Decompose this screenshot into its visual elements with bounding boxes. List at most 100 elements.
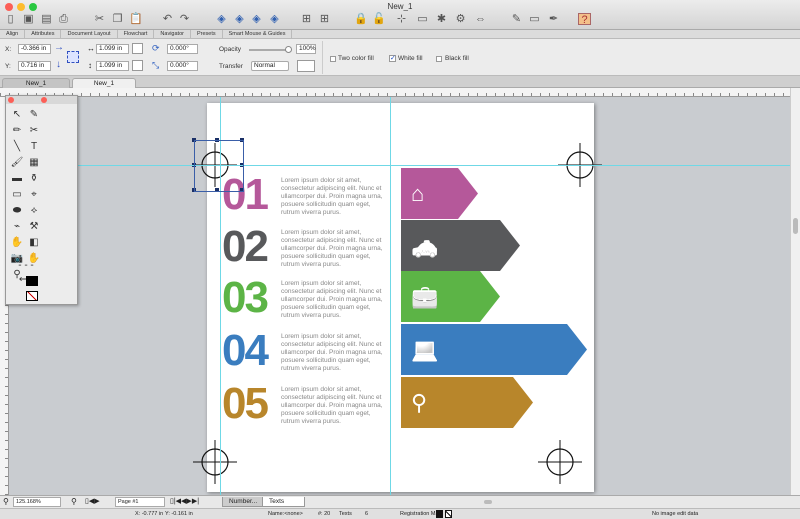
line-style-icon[interactable]: - - -: [12, 259, 40, 273]
height-field[interactable]: 1.099 in: [96, 61, 129, 71]
unlock-icon[interactable]: 🔓: [372, 13, 386, 25]
knife-tool-icon[interactable]: ⚒: [27, 220, 41, 234]
transfer-select[interactable]: Normal: [251, 61, 289, 71]
selection-box[interactable]: [194, 140, 244, 192]
zoom-out-icon[interactable]: ⚲: [3, 497, 9, 506]
page-select[interactable]: Page #1: [115, 497, 165, 507]
fit-icon[interactable]: ⇔: [474, 13, 487, 25]
transfer-options-icon[interactable]: [297, 60, 315, 72]
pen-icon[interactable]: ✒: [547, 13, 560, 25]
palette-close-button[interactable]: [41, 97, 47, 103]
panel-tab[interactable]: Presets: [191, 30, 223, 38]
guide-horizontal[interactable]: [9, 165, 790, 166]
panel-tabs: Align Attributes Document Layout Flowchart N…: [0, 30, 800, 39]
pointer-tool-icon[interactable]: ↖: [10, 108, 24, 122]
toggle-guides-icon[interactable]: ⊹: [395, 13, 408, 25]
doc-tab-active[interactable]: New_1: [72, 78, 136, 88]
palette-close-button[interactable]: [8, 97, 14, 103]
open-icon[interactable]: ▣: [22, 13, 35, 25]
monitor-icon[interactable]: ▭: [528, 13, 541, 25]
fill-color-swatch[interactable]: [26, 276, 38, 286]
guide-vertical[interactable]: [390, 97, 391, 495]
scissors-tool-icon[interactable]: ✂: [27, 124, 41, 138]
crosshair-tool-icon[interactable]: ⌖: [27, 188, 41, 202]
page-navigation-icon[interactable]: ▯|◀◀▶▶|: [170, 497, 199, 505]
rectangle-tool-icon[interactable]: ▬: [10, 172, 24, 186]
vertical-scrollbar[interactable]: [790, 88, 800, 495]
bring-front-icon[interactable]: ◈: [215, 13, 228, 25]
layer-tab[interactable]: Number...: [222, 497, 265, 507]
horizontal-scroll-thumb[interactable]: [484, 500, 492, 504]
pencil-tool-icon[interactable]: ✏: [10, 124, 24, 138]
brush-tool-icon[interactable]: 🖌: [10, 156, 24, 170]
opacity-slider[interactable]: [249, 46, 292, 53]
print-icon[interactable]: ⎙: [57, 13, 70, 25]
panel-tab[interactable]: Navigator: [154, 30, 191, 38]
horizontal-ruler[interactable]: [0, 88, 790, 97]
skew-field[interactable]: 0.000°: [167, 61, 198, 71]
transfer-label: Transfer: [219, 63, 243, 70]
redo-icon[interactable]: ↷: [178, 13, 191, 25]
x-field[interactable]: -0.366 in: [18, 44, 51, 54]
save-icon[interactable]: ▤: [40, 13, 53, 25]
scroll-thumb[interactable]: [793, 218, 798, 234]
send-backward-icon[interactable]: ◈: [250, 13, 263, 25]
anchor-icon[interactable]: [67, 51, 79, 63]
fill-swatch[interactable]: [436, 510, 443, 518]
settings-icon[interactable]: ⚙: [454, 13, 467, 25]
registration-mark-icon[interactable]: [193, 440, 237, 484]
stamp-icon[interactable]: ✱: [435, 13, 448, 25]
stroke-swatch[interactable]: [445, 510, 452, 518]
panel-tab[interactable]: Smart Mouse & Guides: [223, 30, 293, 38]
eyedropper-tool-icon[interactable]: ⌁: [10, 220, 24, 234]
copy-icon[interactable]: ❐: [111, 13, 124, 25]
lock-icon[interactable]: 🔒: [354, 13, 368, 25]
step-description: Lorem ipsum dolor sit amet, consectetur …: [281, 177, 383, 216]
step-number: 05: [222, 379, 269, 428]
ungroup-icon[interactable]: ⊞: [318, 13, 331, 25]
panel-tab[interactable]: Attributes: [25, 30, 62, 38]
width-field[interactable]: 1.099 in: [96, 44, 129, 54]
text-tool-icon[interactable]: T: [27, 140, 41, 154]
layer-tab-active[interactable]: Texts: [262, 497, 305, 507]
bring-forward-icon[interactable]: ◈: [233, 13, 246, 25]
line-tool-icon[interactable]: ╲: [10, 140, 24, 154]
image-status: No image edit data: [652, 511, 699, 517]
send-back-icon[interactable]: ◈: [268, 13, 281, 25]
opacity-field[interactable]: 100%: [296, 44, 316, 54]
window-title: New_1: [387, 2, 413, 11]
registration-mark-icon[interactable]: [538, 440, 582, 484]
edit-icon[interactable]: ✎: [510, 13, 523, 25]
new-document-icon[interactable]: ▯: [4, 13, 17, 25]
rotation-field[interactable]: 0.000°: [167, 44, 198, 54]
black-fill-checkbox[interactable]: [436, 56, 442, 62]
link-tool-icon[interactable]: ▭: [10, 188, 24, 202]
opacity-slider-knob[interactable]: [285, 46, 292, 53]
doc-tab[interactable]: New_1: [2, 78, 70, 88]
ellipse-tool-icon[interactable]: ⬬: [10, 204, 24, 218]
bezier-tool-icon[interactable]: ⟡: [27, 204, 41, 218]
panel-tab[interactable]: Document Layout: [61, 30, 118, 38]
lasso-tool-icon[interactable]: ✋: [10, 236, 24, 250]
resize-icon[interactable]: [132, 60, 143, 71]
two-color-fill-checkbox[interactable]: [330, 56, 336, 62]
group-icon[interactable]: ⊞: [300, 13, 313, 25]
zoom-in-icon[interactable]: ⚲: [71, 497, 77, 506]
bucket-tool-icon[interactable]: ◧: [27, 236, 41, 250]
zoom-field[interactable]: 125.168%: [13, 497, 61, 507]
paste-icon[interactable]: 📋: [129, 13, 143, 25]
panel-tab[interactable]: Align: [0, 30, 26, 38]
window-icon[interactable]: ▭: [416, 13, 429, 25]
stamp-tool-icon[interactable]: ⚱: [27, 172, 41, 186]
help-icon[interactable]: ?: [578, 13, 591, 26]
white-fill-checkbox[interactable]: ✓: [389, 55, 396, 62]
y-field[interactable]: 0.716 in: [18, 61, 51, 71]
image-tool-icon[interactable]: ▦: [27, 156, 41, 170]
stroke-color-swatch[interactable]: [26, 291, 38, 301]
proportion-icon[interactable]: [132, 43, 143, 54]
undo-icon[interactable]: ↶: [161, 13, 174, 25]
panel-tab[interactable]: Flowchart: [118, 30, 155, 38]
cut-icon[interactable]: ✂: [93, 13, 106, 25]
page-icon[interactable]: ▯◀▶: [85, 497, 100, 505]
pen-tool-icon[interactable]: ✎: [27, 108, 41, 122]
